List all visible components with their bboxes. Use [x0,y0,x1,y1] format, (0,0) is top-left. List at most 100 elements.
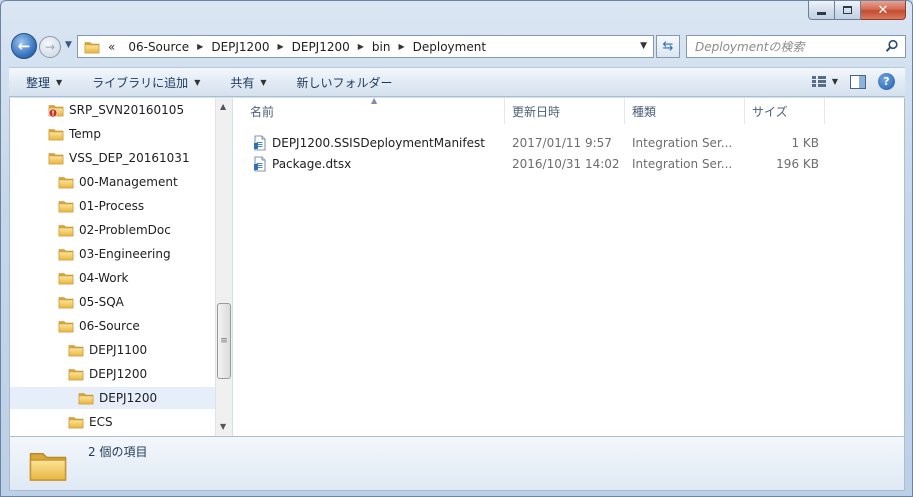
forward-button[interactable]: → [39,36,61,58]
file-row[interactable]: DEPJ1200.SSISDeploymentManifest 2017/01/… [247,133,907,154]
refresh-button[interactable]: ⇆ [656,35,680,58]
nav-item-label: Temp [69,127,101,141]
share-button[interactable]: 共有 ▼ [210,68,276,96]
nav-item-05-sqa[interactable]: 05-SQA [58,291,124,313]
nav-item-label: 00-Management [79,175,178,189]
nav-item-02-problemdoc[interactable]: 02-ProblemDoc [58,219,171,241]
chevron-down-icon: ▼ [65,40,72,50]
close-button[interactable]: ✕ [861,1,906,20]
file-type: Integration Ser... [632,136,733,150]
nav-pane-scrollbar[interactable]: ▲ ≡ ▼ [215,98,232,436]
back-button[interactable]: ← [11,33,37,59]
column-header-label: サイズ [752,104,788,119]
scroll-up-icon[interactable]: ▲ [220,102,226,111]
details-pane: 2 個の項目 [9,436,905,491]
item-count: 2 個の項目 [88,445,148,459]
folder-warning-icon [48,102,64,118]
breadcrumb-item[interactable]: DEPJ1200 [211,40,269,54]
preview-pane-icon[interactable] [850,74,866,89]
scroll-down-icon[interactable]: ▼ [220,422,226,431]
breadcrumb: 06-Source ▶ DEPJ1200 ▶ DEPJ1200 ▶ bin ▶ … [120,40,486,54]
organize-button[interactable]: 整理 ▼ [9,68,72,96]
maximize-button[interactable] [835,1,861,20]
nav-item-01-process[interactable]: 01-Process [58,195,144,217]
file-date: 2016/10/31 14:02 [512,157,620,171]
folder-icon [58,246,74,262]
folder-icon [68,342,84,358]
file-size: 196 KB [776,157,819,171]
nav-item-label: DEPJ1200 [99,391,158,405]
nav-item-00-management[interactable]: 00-Management [58,171,178,193]
share-label: 共有 [230,75,255,90]
caption-buttons: ✕ [808,1,906,20]
content-area: SRP_SVN20160105 Temp VSS_DEP_20161031 00… [9,96,907,436]
breadcrumb-item[interactable]: bin [372,40,391,54]
file-date: 2017/01/11 9:57 [512,136,612,150]
maximize-icon [843,6,852,14]
help-icon[interactable]: ? [878,73,895,90]
nav-item-label: 04-Work [79,271,129,285]
column-header-type[interactable]: 種類 [625,98,745,124]
breadcrumb-item[interactable]: Deployment [413,40,486,54]
nav-item-06-source[interactable]: 06-Source [58,315,140,337]
column-header-label: 種類 [632,104,657,119]
scrollbar-thumb[interactable]: ≡ [217,303,231,379]
breadcrumb-item[interactable]: DEPJ1200 [292,40,350,54]
folder-icon [68,366,84,382]
nav-item-temp[interactable]: Temp [48,123,101,145]
navigation-pane: SRP_SVN20160105 Temp VSS_DEP_20161031 00… [10,98,215,436]
close-icon: ✕ [877,2,889,18]
nav-item-vss-dep[interactable]: VSS_DEP_20161031 [48,147,190,169]
breadcrumb-separator-icon[interactable]: ▶ [277,42,283,51]
breadcrumb-separator-icon[interactable]: ▶ [197,42,203,51]
nav-item-depj1200[interactable]: DEPJ1200 [68,363,147,385]
folder-icon [58,174,74,190]
recent-pages-button[interactable]: ▼ [65,40,72,50]
file-name: DEPJ1200.SSISDeploymentManifest [272,136,485,150]
folder-icon [84,39,100,55]
folder-icon [78,390,94,406]
column-header-size[interactable]: サイズ [745,98,825,124]
ssis-file-icon [252,156,268,172]
chevron-down-icon: ▼ [260,77,267,87]
address-dropdown-icon[interactable]: ▼ [640,41,647,51]
nav-item-depj1200-selected[interactable]: DEPJ1200 [10,387,215,409]
nav-item-label: ECS [89,415,113,429]
breadcrumb-separator-icon[interactable]: ▶ [398,42,404,51]
folder-icon [58,294,74,310]
nav-item-depj1100[interactable]: DEPJ1100 [68,339,147,361]
nav-item-03-engineering[interactable]: 03-Engineering [58,243,171,265]
search-placeholder: Deploymentの検索 [695,40,805,54]
file-list: ▲ 名前 更新日時 種類 サイズ DEPJ1200.SSISDeployment… [233,96,907,436]
folder-icon [48,126,64,142]
command-bar: 整理 ▼ ライブラリに追加 ▼ 共有 ▼ 新しいフォルダー ▼ ? [9,67,905,97]
breadcrumb-overflow[interactable]: « [108,40,115,54]
file-row[interactable]: Package.dtsx 2016/10/31 14:02 Integratio… [247,154,907,175]
ssis-file-icon [252,135,268,151]
change-view-button[interactable]: ▼ [811,75,838,88]
breadcrumb-item[interactable]: 06-Source [128,40,189,54]
folder-icon [68,414,84,430]
add-to-library-button[interactable]: ライブラリに追加 ▼ [72,68,210,96]
search-input[interactable]: Deploymentの検索 [686,35,906,58]
add-to-library-label: ライブラリに追加 [92,75,189,90]
nav-item-label: 06-Source [79,319,140,333]
minimize-button[interactable] [808,1,835,20]
nav-item-srp-svn[interactable]: SRP_SVN20160105 [48,99,184,121]
breadcrumb-separator-icon[interactable]: ▶ [358,42,364,51]
navigation-row: ← → ▼ « 06-Source ▶ DEPJ1200 ▶ DEPJ1200 … [9,31,907,63]
organize-label: 整理 [26,75,51,90]
search-icon[interactable] [885,39,899,53]
chevron-down-icon: ▼ [194,77,201,87]
column-header-date[interactable]: 更新日時 [505,98,625,124]
folder-icon [48,150,64,166]
nav-item-ecs[interactable]: ECS [68,411,113,433]
nav-item-label: 01-Process [79,199,145,213]
back-arrow-icon: ← [17,37,31,55]
column-header-name[interactable]: 名前 [233,98,505,124]
nav-item-04-work[interactable]: 04-Work [58,267,129,289]
new-folder-button[interactable]: 新しいフォルダー [277,68,403,96]
details-view-icon [811,75,826,88]
address-bar[interactable]: « 06-Source ▶ DEPJ1200 ▶ DEPJ1200 ▶ bin … [77,35,654,58]
column-header-label: 名前 [250,104,275,119]
